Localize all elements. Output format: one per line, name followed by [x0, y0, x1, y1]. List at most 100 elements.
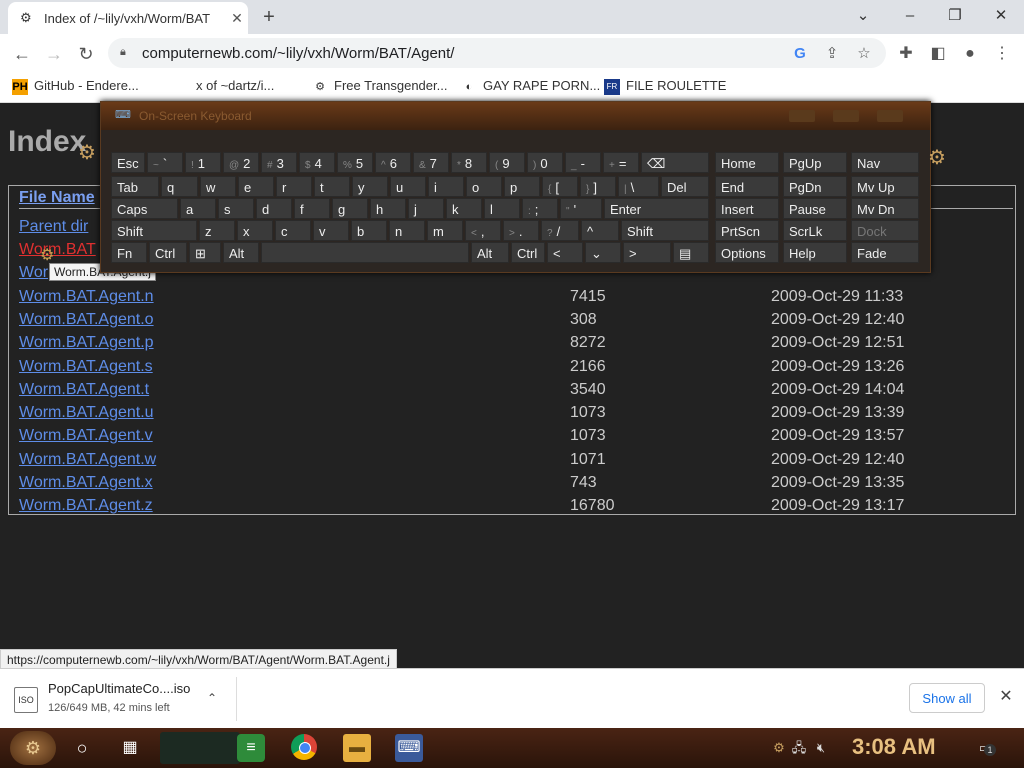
osk-key[interactable]: }]	[580, 176, 616, 197]
osk-key[interactable]: z	[199, 220, 235, 241]
osk-key[interactable]: ~ `	[147, 152, 183, 173]
osk-titlebar[interactable]: ⌨ On-Screen Keyboard	[101, 102, 930, 130]
osk-nav-key[interactable]: PgDn	[783, 176, 847, 197]
show-all-button[interactable]: Show all	[909, 683, 985, 713]
osk-key[interactable]: f	[294, 198, 330, 219]
clock[interactable]: 3:08 AM	[852, 734, 936, 760]
osk-nav-key[interactable]: ScrLk	[783, 220, 847, 241]
osk-key[interactable]: #3	[261, 152, 297, 173]
osk-key[interactable]: d	[256, 198, 292, 219]
osk-key[interactable]: Shift	[621, 220, 709, 241]
osk-nav-key[interactable]: Options	[715, 242, 779, 263]
osk-key[interactable]: k	[446, 198, 482, 219]
osk-key[interactable]: <	[547, 242, 583, 263]
osk-key[interactable]: w	[200, 176, 236, 197]
osk-key[interactable]: Shift	[111, 220, 197, 241]
osk-key[interactable]: + =	[603, 152, 639, 173]
osk-nav-key[interactable]: Fade	[851, 242, 919, 263]
osk-nav-key[interactable]: Mv Up	[851, 176, 919, 197]
osk-key[interactable]: s	[218, 198, 254, 219]
osk-key[interactable]: <,	[465, 220, 501, 241]
osk-key[interactable]: % 5	[337, 152, 373, 173]
osk-key[interactable]: j	[408, 198, 444, 219]
osk-key[interactable]: _ -	[565, 152, 601, 173]
tab-search-button[interactable]: ⌄	[848, 4, 878, 28]
osk-key[interactable]: * 8	[451, 152, 487, 173]
osk-key[interactable]	[261, 242, 469, 263]
osk-key[interactable]: Alt	[223, 242, 259, 263]
osk-key[interactable]: :;	[522, 198, 558, 219]
osk-nav-key[interactable]: Home	[715, 152, 779, 173]
osk-key[interactable]: e	[238, 176, 274, 197]
osk-key[interactable]: & 7	[413, 152, 449, 173]
osk-key[interactable]: Esc	[111, 152, 145, 173]
profile-avatar-icon[interactable]: ●	[958, 42, 982, 66]
osk-key[interactable]: h	[370, 198, 406, 219]
osk-key[interactable]: ? /	[541, 220, 579, 241]
osk-key[interactable]: a	[180, 198, 216, 219]
file-link[interactable]: Worm.BAT.Agent.s	[19, 358, 153, 376]
osk-key[interactable]: $4	[299, 152, 335, 173]
osk-key[interactable]: Ctrl	[149, 242, 187, 263]
file-link[interactable]: Parent dir	[19, 218, 88, 236]
file-link[interactable]: Worm.BAT.Agent.w	[19, 451, 156, 469]
search-circle-icon[interactable]: ○	[68, 734, 96, 762]
reload-icon[interactable]: ↻	[74, 42, 98, 66]
close-shelf-icon[interactable]: ✕	[996, 687, 1016, 707]
osk-key[interactable]: t	[314, 176, 350, 197]
browser-tab[interactable]: ⚙ Index of /~lily/vxh/Worm/BAT ✕	[8, 2, 248, 34]
osk-key[interactable]: Del	[661, 176, 709, 197]
url-text[interactable]: computernewb.com/~lily/vxh/Worm/BAT/Agen…	[142, 45, 454, 62]
osk-key[interactable]: x	[237, 220, 273, 241]
share-icon[interactable]: ⇪	[822, 44, 842, 64]
osk-key[interactable]: Alt	[471, 242, 509, 263]
osk-nav-key[interactable]: PgUp	[783, 152, 847, 173]
osk-key[interactable]: m	[427, 220, 463, 241]
google-icon[interactable]: G	[790, 44, 810, 64]
osk-nav-key[interactable]: Insert	[715, 198, 779, 219]
osk-key[interactable]: y	[352, 176, 388, 197]
osk-nav-key[interactable]: Mv Dn	[851, 198, 919, 219]
restore-button[interactable]: ❐	[940, 4, 970, 28]
osk-key[interactable]: r	[276, 176, 312, 197]
osk-key[interactable]: ^ 6	[375, 152, 411, 173]
osk-key[interactable]: @2	[223, 152, 259, 173]
osk-key[interactable]: ⌫	[641, 152, 709, 173]
bookmark-dartz[interactable]: x of ~dartz/i...	[196, 78, 274, 96]
keyboard-app-icon[interactable]: ⌨	[395, 734, 423, 762]
osk-key[interactable]: u	[390, 176, 426, 197]
minimize-button[interactable]: –	[895, 4, 925, 28]
osk-key[interactable]: ^	[581, 220, 619, 241]
file-link[interactable]: Worm.BAT.Agent.p	[19, 334, 154, 352]
new-tab-button[interactable]: +	[258, 6, 280, 28]
file-link[interactable]: Worm.BAT.Agent.n	[19, 288, 154, 306]
osk-key[interactable]: Enter	[604, 198, 709, 219]
osk-key[interactable]: ▤	[673, 242, 709, 263]
task-view-icon[interactable]: ▦	[116, 734, 144, 762]
notes-app-icon[interactable]: ≡	[237, 734, 265, 762]
bookmark-file-roulette[interactable]: FR FILE ROULETTE	[604, 78, 726, 96]
osk-key[interactable]: ⊞	[189, 242, 221, 263]
osk-key[interactable]: p	[504, 176, 540, 197]
file-link[interactable]: Worm.BAT.Agent.v	[19, 427, 153, 445]
osk-key[interactable]: q	[161, 176, 198, 197]
close-tab-icon[interactable]: ✕	[228, 9, 246, 27]
osk-key[interactable]: g	[332, 198, 368, 219]
osk-nav-key[interactable]: Nav	[851, 152, 919, 173]
back-arrow-icon[interactable]: ←	[10, 42, 34, 66]
file-link[interactable]: Worm.BAT.Agent.z	[19, 497, 153, 515]
bookmark-gay-rape-porn[interactable]: ◐ GAY RAPE PORN...	[461, 78, 601, 96]
address-bar[interactable]: 🔒︎ computernewb.com/~lily/vxh/Worm/BAT/A…	[108, 38, 886, 68]
close-window-button[interactable]: ✕	[986, 4, 1016, 28]
osk-key[interactable]: n	[389, 220, 425, 241]
osk-key[interactable]: (9	[489, 152, 525, 173]
volume-muted-icon[interactable]: 🔇︎	[812, 739, 830, 757]
osk-nav-key[interactable]: Help	[783, 242, 847, 263]
menu-kebab-icon[interactable]: ⋮	[990, 42, 1014, 66]
osk-key[interactable]: ) 0	[527, 152, 563, 173]
extensions-puzzle-icon[interactable]: ✚	[894, 42, 918, 66]
start-button[interactable]: ⚙	[10, 731, 56, 765]
bookmark-github[interactable]: PH GitHub - Endere...	[12, 78, 139, 96]
file-link[interactable]: Worm.BAT.Agent.x	[19, 474, 153, 492]
osk-key[interactable]: o	[466, 176, 502, 197]
